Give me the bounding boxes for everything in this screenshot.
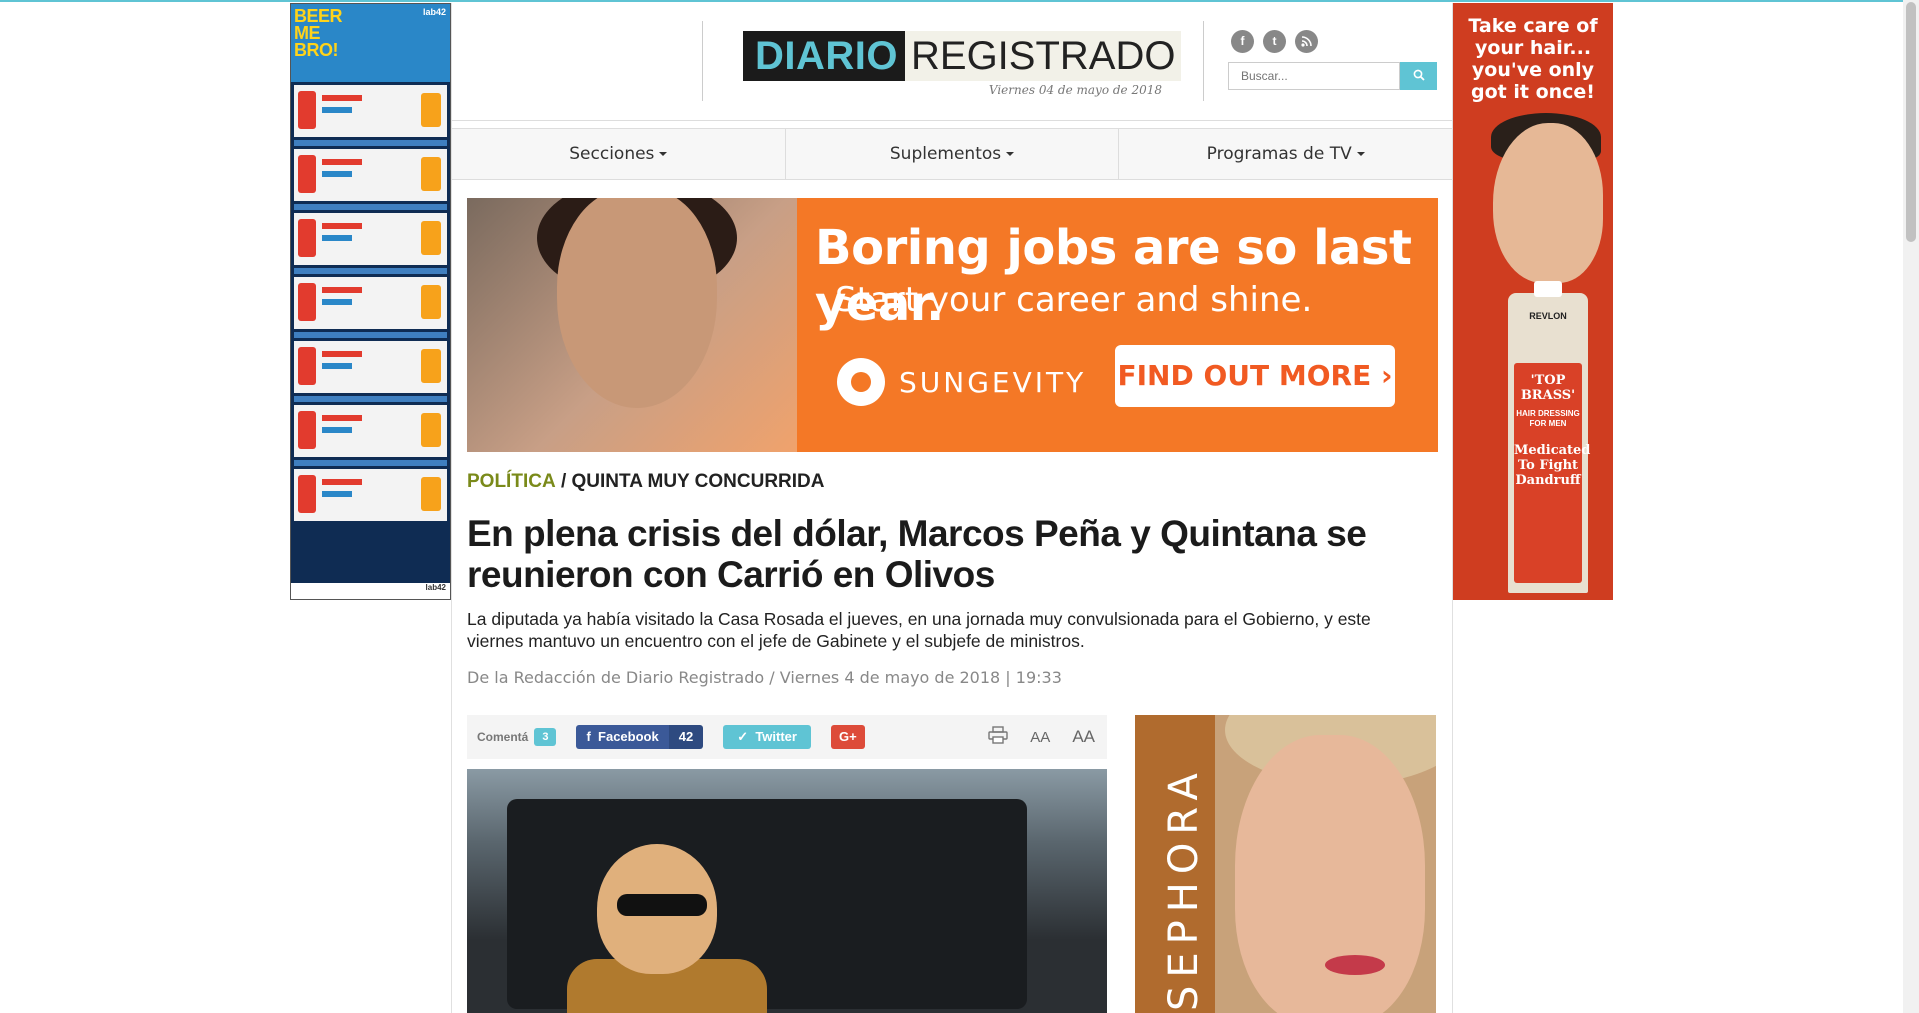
banner-ad[interactable]: Boring jobs are so last year. Start your… — [467, 198, 1438, 452]
ad-headline: Take care of your hair... you've only go… — [1468, 15, 1598, 103]
header-divider — [702, 21, 703, 101]
infographic-block — [294, 341, 447, 393]
article-byline: De la Redacción de Diario Registrado / V… — [467, 668, 1062, 687]
banner-cta-button[interactable]: FIND OUT MORE › — [1115, 345, 1395, 407]
logo-part1: DIARIO — [743, 31, 905, 81]
logo-part2: REGISTRADO — [905, 31, 1182, 81]
infographic-block — [294, 469, 447, 521]
ad-product-sub: HAIR DRESSING FOR MEN — [1516, 409, 1580, 428]
top-accent-line — [0, 0, 1919, 2]
article-lead: La diputada ya había visitado la Casa Ro… — [467, 609, 1371, 651]
subcategory: / QUINTA MUY CONCURRIDA — [560, 471, 825, 492]
infographic-divider — [294, 460, 447, 466]
scrollbar-thumb[interactable] — [1906, 2, 1916, 242]
sidebar-ad[interactable]: SEPHORA — [1135, 715, 1436, 1013]
nav-item-secciones[interactable]: Secciones — [452, 129, 786, 179]
infographic-block — [294, 149, 447, 201]
main-column: DIARIO REGISTRADO Viernes 04 de mayo de … — [451, 3, 1453, 1013]
right-skyscraper-ad[interactable]: Take care of your hair... you've only go… — [1453, 3, 1613, 600]
search-form — [1228, 62, 1437, 90]
twitter-icon: ✓ — [737, 729, 756, 744]
ad-product-label: 'TOP BRASS' HAIR DRESSING FOR MEN Medica… — [1514, 363, 1591, 583]
nav-label: Suplementos — [889, 144, 1002, 164]
header-date: Viernes 04 de mayo de 2018 — [988, 83, 1162, 97]
article-photo[interactable] — [467, 769, 1107, 1013]
nav-item-suplementos[interactable]: Suplementos — [786, 129, 1120, 179]
site-logo[interactable]: DIARIO REGISTRADO — [743, 31, 1182, 81]
facebook-icon: f — [586, 729, 599, 744]
banner-brand-name: SUNGEVITY — [899, 365, 1087, 399]
search-icon — [1413, 69, 1425, 81]
print-icon[interactable] — [988, 725, 1008, 749]
comment-count: 3 — [534, 728, 557, 746]
breadcrumb: POLÍTICA / QUINTA MUY CONCURRIDA — [467, 471, 825, 493]
infographic-divider — [294, 204, 447, 210]
ad-footer: lab42 — [291, 583, 450, 599]
infographic-divider — [294, 268, 447, 274]
chevron-down-icon — [659, 152, 668, 156]
comment-button[interactable]: Comentá 3 — [477, 728, 557, 746]
infographic-block — [294, 85, 447, 137]
social-links: f t — [1231, 30, 1318, 53]
infographic-block — [294, 277, 447, 329]
font-decrease-button[interactable]: AA — [1030, 729, 1050, 746]
infographic-block — [294, 213, 447, 265]
facebook-share-button[interactable]: f Facebook 42 — [576, 725, 704, 749]
ad-header: BEER ME BRO! lab42 — [291, 4, 450, 82]
banner-brand: SUNGEVITY — [837, 358, 1086, 406]
header-divider — [1203, 21, 1204, 101]
twitter-label: Twitter — [755, 729, 797, 744]
twitter-share-button[interactable]: ✓ Twitter — [723, 725, 811, 749]
search-input[interactable] — [1228, 62, 1400, 90]
article-tools: AA AA — [988, 725, 1095, 749]
left-skyscraper-ad[interactable]: BEER ME BRO! lab42 lab42 — [290, 3, 451, 600]
site-header: DIARIO REGISTRADO Viernes 04 de mayo de … — [452, 3, 1452, 121]
ad-claim: Medicated To Fight Dandruff — [1514, 443, 1591, 488]
chevron-down-icon — [1006, 152, 1015, 156]
scrollbar[interactable] — [1903, 0, 1919, 1013]
ad-brand: REVLON — [1529, 311, 1567, 321]
ad-brand: lab42 — [422, 7, 446, 17]
font-increase-button[interactable]: AA — [1072, 727, 1095, 747]
ad-product-name: 'TOP BRASS' — [1520, 373, 1576, 403]
main-nav: Secciones Suplementos Programas de TV — [452, 128, 1452, 180]
infographic-divider — [294, 140, 447, 146]
share-bar: Comentá 3 f Facebook 42 ✓ Twitter G+ AA … — [467, 715, 1107, 759]
ad-product-tube: REVLON 'TOP BRASS' HAIR DRESSING FOR MEN… — [1508, 281, 1591, 593]
article-title: En plena crisis del dólar, Marcos Peña y… — [467, 513, 1367, 595]
banner-subline: Start your career and shine. — [835, 280, 1313, 320]
search-button[interactable] — [1400, 62, 1437, 90]
nav-label: Programas de TV — [1206, 144, 1352, 164]
infographic-divider — [294, 332, 447, 338]
rss-icon[interactable] — [1295, 30, 1318, 53]
category-link[interactable]: POLÍTICA — [467, 471, 556, 492]
infographic-divider — [294, 396, 447, 402]
nav-label: Secciones — [569, 144, 655, 164]
facebook-icon[interactable]: f — [1231, 30, 1254, 53]
facebook-label: Facebook — [598, 729, 659, 744]
gplus-share-button[interactable]: G+ — [830, 725, 865, 749]
sun-logo-icon — [837, 358, 885, 406]
sidebar-ad-brand: SEPHORA — [1161, 765, 1207, 1011]
chevron-down-icon — [1356, 152, 1365, 156]
nav-item-programas-tv[interactable]: Programas de TV — [1119, 129, 1452, 179]
ad-model-face — [1493, 123, 1603, 283]
twitter-icon[interactable]: t — [1263, 30, 1286, 53]
infographic-block — [294, 405, 447, 457]
banner-photo — [467, 198, 797, 452]
ad-headline: BEER ME BRO! — [294, 6, 343, 60]
comment-label: Comentá — [477, 730, 529, 744]
facebook-count: 42 — [668, 725, 704, 749]
